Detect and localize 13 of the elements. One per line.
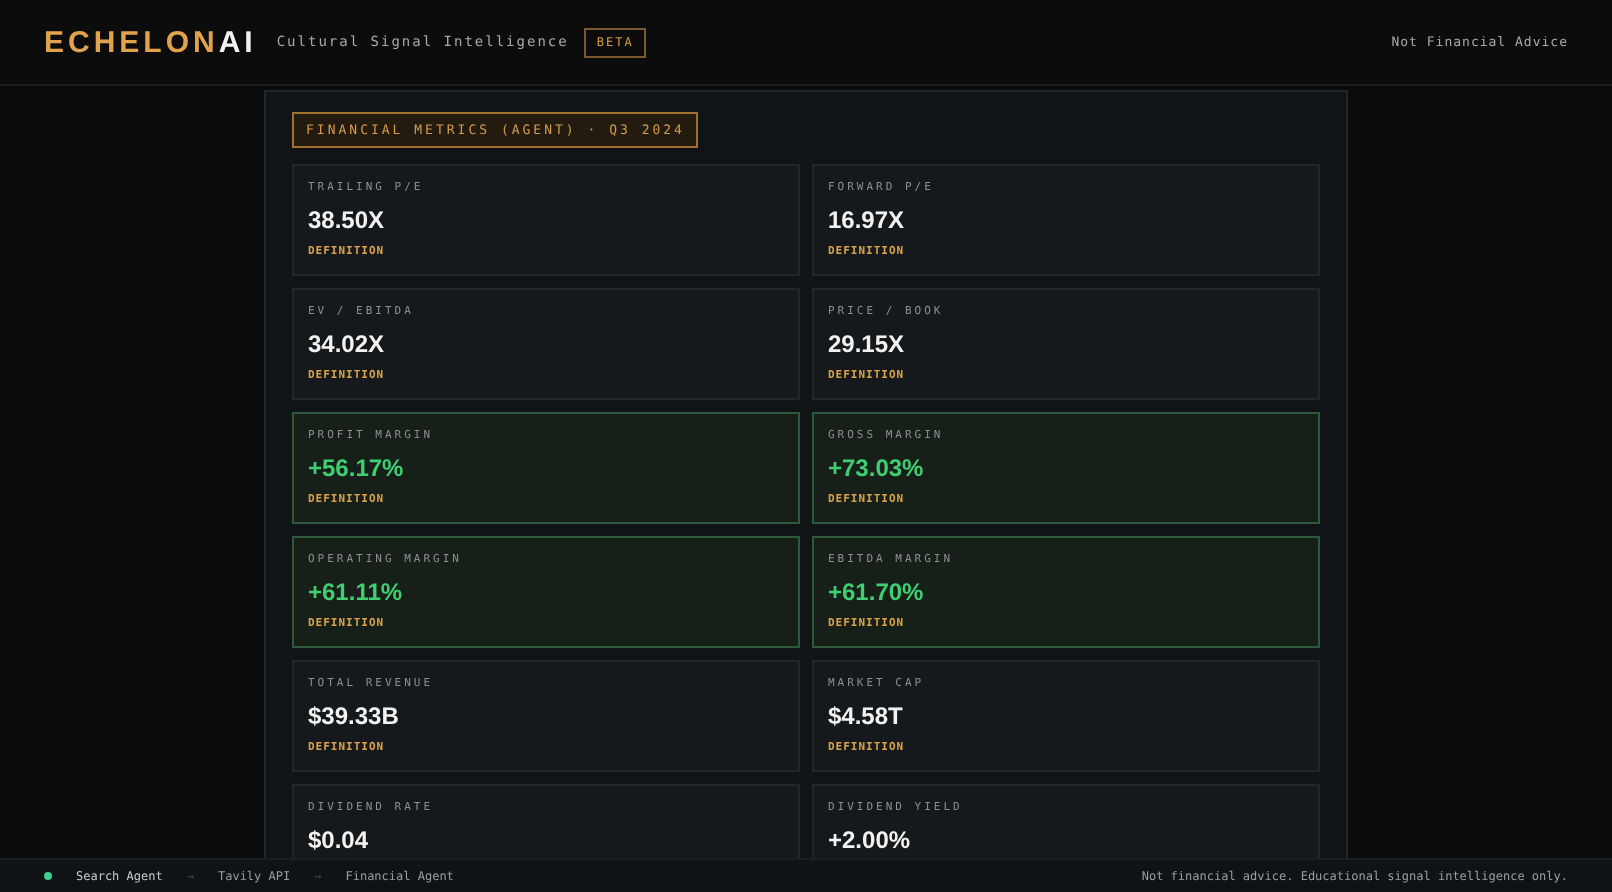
metric-value: +73.03%: [828, 454, 924, 482]
metric-value: 29.15X: [828, 330, 905, 358]
metric-value: +61.70%: [828, 578, 924, 606]
metric-value: 16.97X: [828, 206, 905, 234]
metric-value: 38.50X: [308, 206, 385, 234]
logo: ECHELONAI: [44, 25, 257, 59]
metric-value: $39.33B: [308, 702, 399, 730]
metric-value: 34.02X: [308, 330, 385, 358]
metric-value: +61.11%: [308, 578, 403, 606]
metric-value: $0.04: [308, 826, 369, 854]
metric-value: $4.58T: [828, 702, 903, 730]
metric-value: +56.17%: [308, 454, 404, 482]
metric-value: +2.00%: [828, 826, 911, 854]
